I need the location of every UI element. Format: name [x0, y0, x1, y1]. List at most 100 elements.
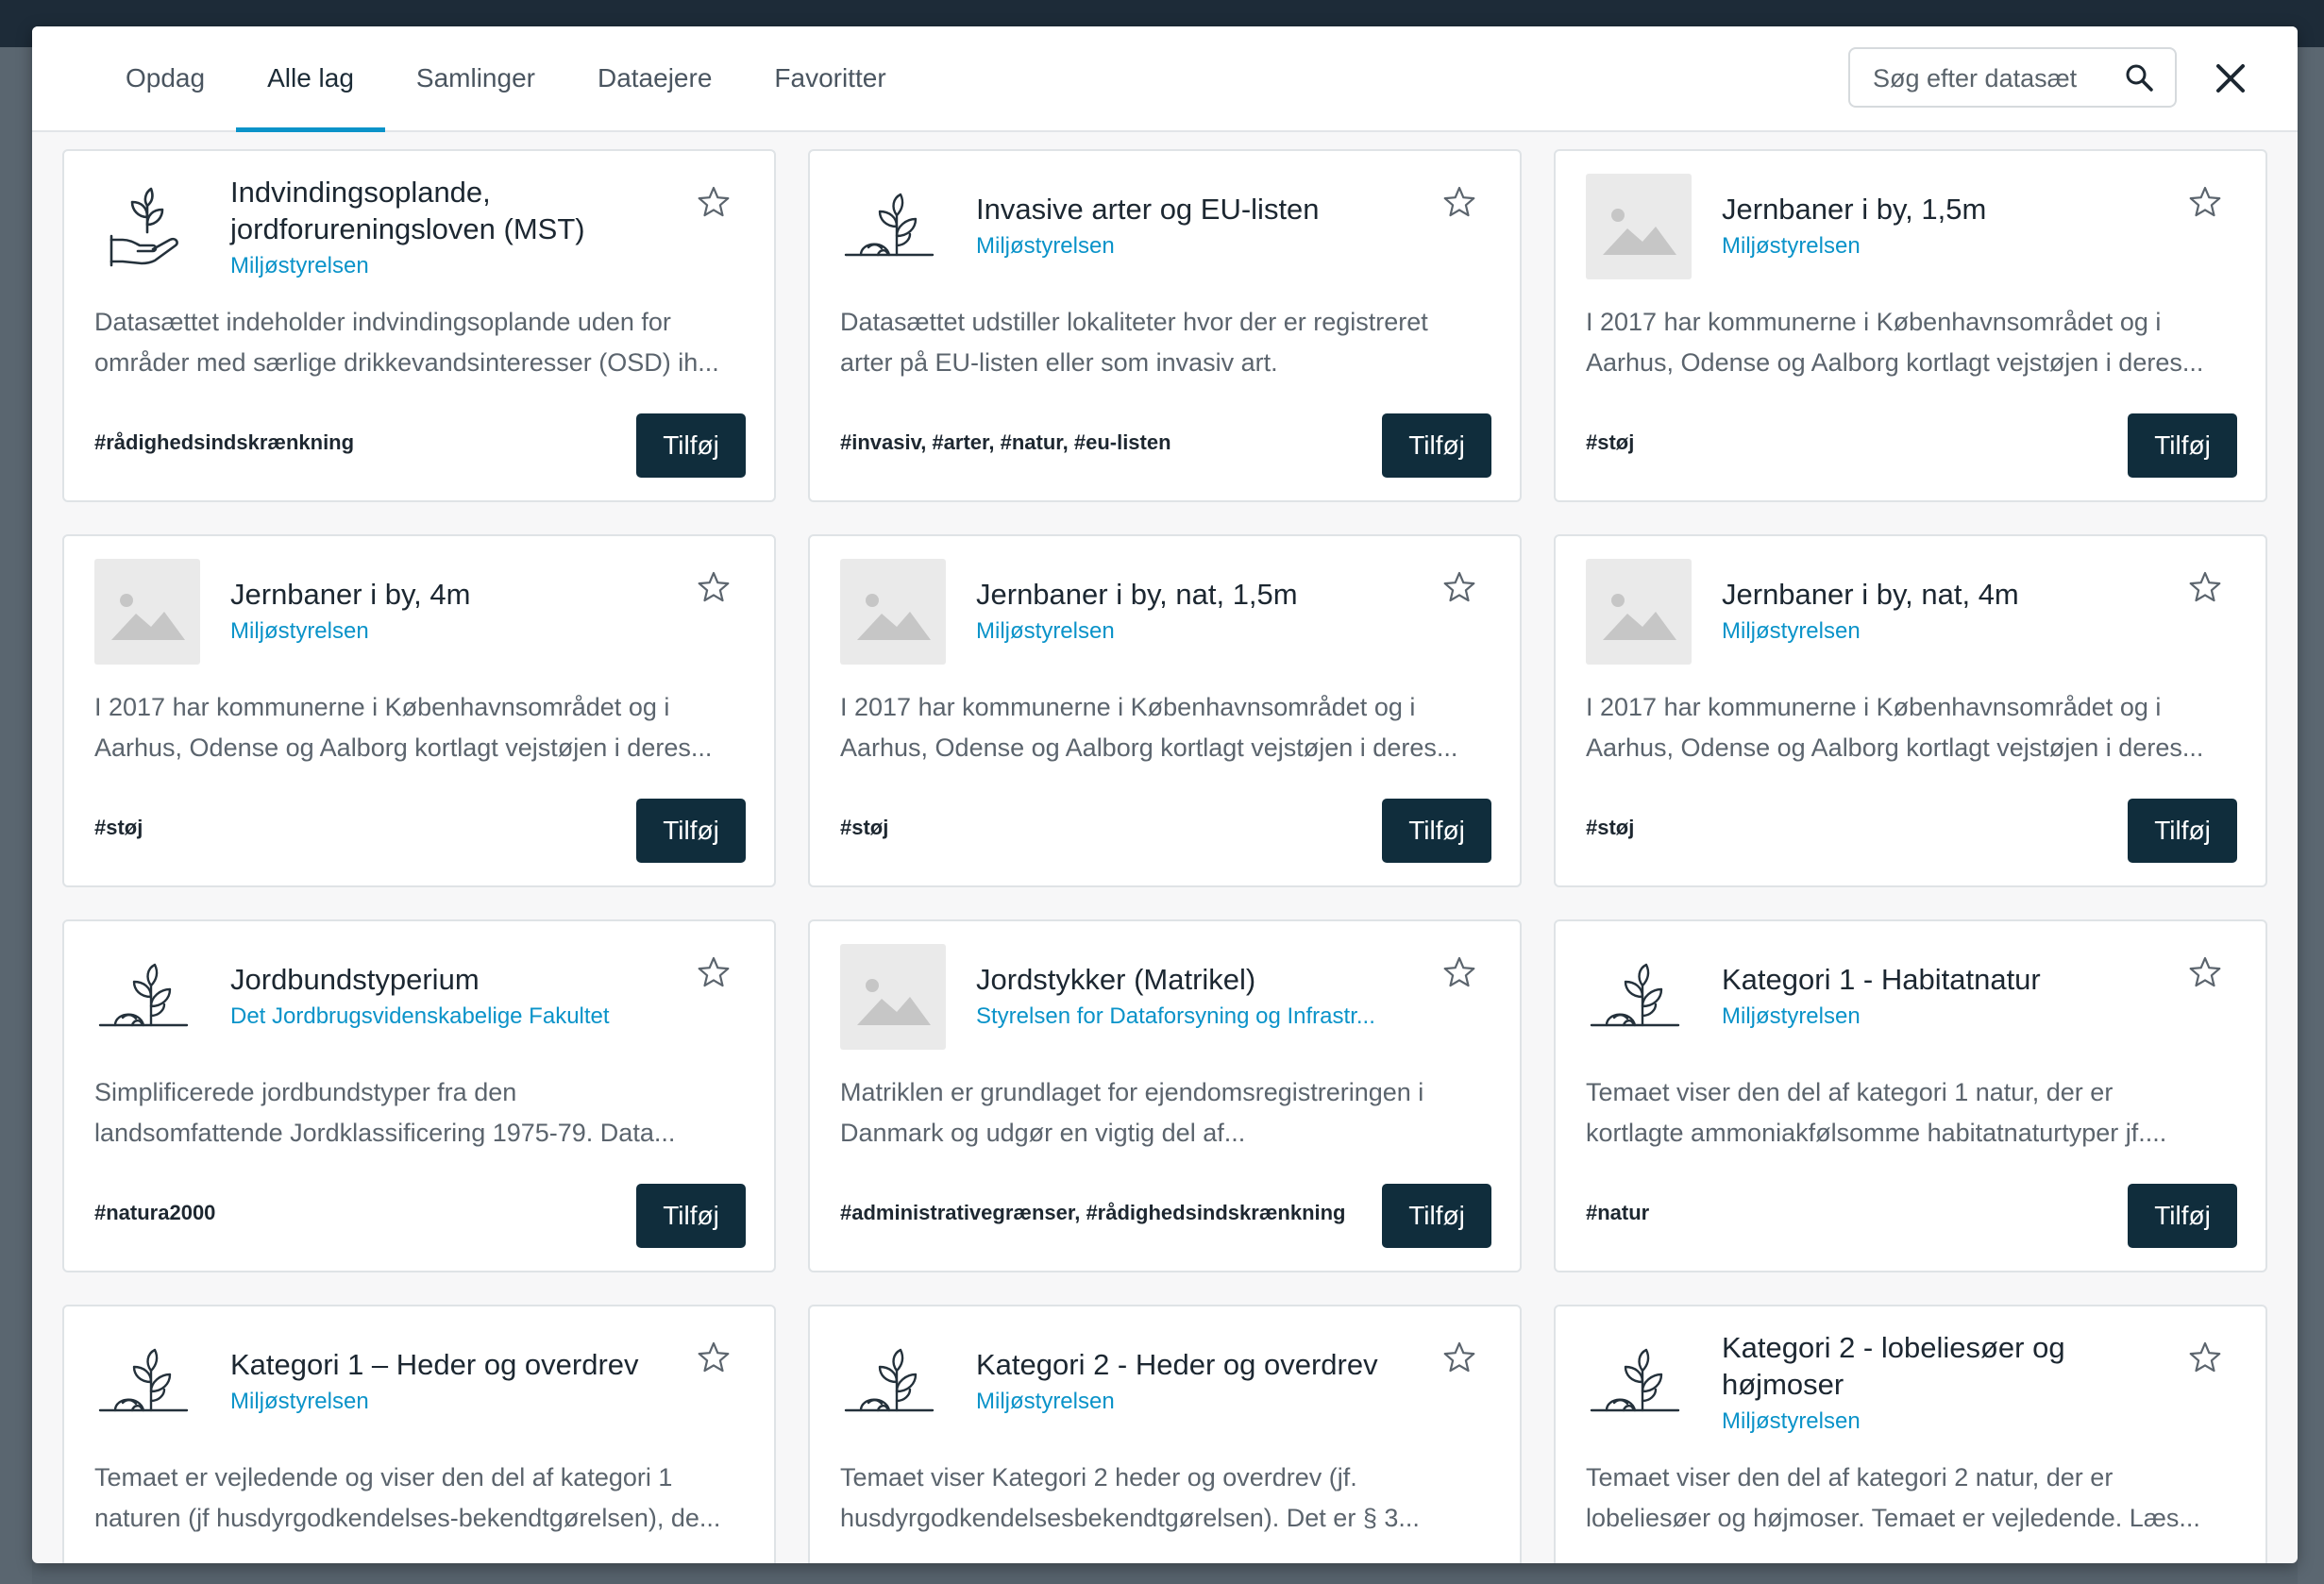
- dataset-card-3[interactable]: Jernbaner i by, 1,5m Miljøstyrelsen I 20…: [1554, 149, 2267, 502]
- dataset-tags: #støj: [840, 816, 889, 839]
- dataset-title: Jordbundstyperium: [230, 961, 693, 998]
- dataset-owner-link[interactable]: Miljøstyrelsen: [230, 249, 693, 279]
- favorite-star-icon[interactable]: [697, 185, 731, 219]
- dataset-card-12[interactable]: Kategori 2 - lobeliesøer og højmoser Milj…: [1554, 1305, 2267, 1563]
- favorite-star-icon[interactable]: [2188, 955, 2222, 989]
- dataset-tags: #rådighedsindskrænkning: [94, 430, 355, 454]
- dataset-catalog-dialog: Opdag Alle lag Samlinger Dataejere Favor…: [32, 26, 2298, 1563]
- dataset-owner-link[interactable]: Miljøstyrelsen: [1722, 1000, 2184, 1034]
- plant-sprout-icon: [840, 1329, 946, 1435]
- add-layer-button[interactable]: Tilføj: [2128, 1184, 2237, 1248]
- dataset-description: Matriklen er grundlaget for ejendomsregi…: [840, 1072, 1491, 1154]
- close-icon[interactable]: [2211, 59, 2250, 98]
- dataset-card-1[interactable]: Indvindingsoplande, jordforureningsloven …: [62, 149, 776, 502]
- dataset-description-line: I 2017 har kommunerne i Københavnsområde…: [1586, 308, 2162, 336]
- dataset-description-line: I 2017 har kommunerne i Københavnsområde…: [840, 693, 1416, 721]
- plant-sprout-icon: [94, 944, 200, 1050]
- tab-favoritter[interactable]: Favoritter: [743, 26, 917, 130]
- card-title-block: Indvindingsoplande, jordforureningsloven …: [230, 174, 693, 279]
- card-title-block: Kategori 2 - Heder og overdrev Miljøstyr…: [976, 1329, 1439, 1435]
- dataset-owner-link[interactable]: Miljøstyrelsen: [976, 229, 1439, 263]
- add-layer-button[interactable]: Tilføj: [2128, 799, 2237, 863]
- image-placeholder-icon: [840, 944, 946, 1050]
- favorite-star-icon[interactable]: [1442, 570, 1476, 604]
- dataset-title: Jernbaner i by, nat, 1,5m: [976, 576, 1439, 613]
- dataset-tags: #natur: [1586, 1201, 1650, 1224]
- add-layer-button[interactable]: Tilføj: [1382, 413, 1491, 478]
- favorite-star-icon[interactable]: [697, 1340, 731, 1374]
- favorite-star-icon[interactable]: [1442, 955, 1476, 989]
- dataset-owner-link[interactable]: Det Jordbrugsvidenskabelige Fakultet: [230, 1000, 693, 1034]
- dataset-description: I 2017 har kommunerne i Københavnsområde…: [840, 687, 1491, 768]
- dataset-description-line: arter på EU-listen eller som invasiv art…: [840, 348, 1278, 377]
- dataset-card-4[interactable]: Jernbaner i by, 4m Miljøstyrelsen I 2017…: [62, 534, 776, 887]
- dataset-title-line: jordforureningsloven (MST): [230, 212, 585, 245]
- dataset-owner-link[interactable]: Styrelsen for Dataforsyning og Infrastr.…: [976, 1000, 1439, 1034]
- dataset-description-line: Temaet er vejledende og viser den del af…: [94, 1463, 673, 1491]
- image-placeholder-icon: [840, 559, 946, 665]
- map-edge-right: [2298, 47, 2324, 1584]
- dataset-card-11[interactable]: Kategori 2 - Heder og overdrev Miljøstyr…: [808, 1305, 1522, 1563]
- dataset-description: Temaet viser den del af kategori 2 natur…: [1586, 1458, 2237, 1539]
- dataset-description-line: I 2017 har kommunerne i Københavnsområde…: [1586, 693, 2162, 721]
- dataset-owner-link[interactable]: Miljøstyrelsen: [1722, 229, 2184, 263]
- dataset-owner-link[interactable]: Miljøstyrelsen: [976, 1385, 1439, 1419]
- tab-alle-lag[interactable]: Alle lag: [236, 26, 385, 132]
- dataset-owner-link[interactable]: Miljøstyrelsen: [976, 615, 1439, 649]
- card-title-block: Jordbundstyperium Det Jordbrugsvidenskab…: [230, 944, 693, 1050]
- dataset-description-line: Simplificerede jordbundstyper fra den: [94, 1078, 517, 1106]
- dataset-tags: #støj: [1586, 816, 1635, 839]
- dataset-title: Kategori 1 - Habitatnatur: [1722, 961, 2184, 998]
- dataset-title-line: Kategori 2 - lobeliesøer og: [1722, 1331, 2065, 1364]
- dataset-description-line: Datasættet udstiller lokaliteter hvor de…: [840, 308, 1428, 336]
- dataset-title-line: Jordbundstyperium: [230, 962, 480, 996]
- dataset-title: Kategori 2 - Heder og overdrev: [976, 1346, 1439, 1383]
- add-layer-button[interactable]: Tilføj: [636, 1184, 746, 1248]
- add-layer-button[interactable]: Tilføj: [636, 413, 746, 478]
- dataset-card-5[interactable]: Jernbaner i by, nat, 1,5m Miljøstyrelsen…: [808, 534, 1522, 887]
- card-title-block: Kategori 1 – Heder og overdrev Miljøstyr…: [230, 1329, 693, 1435]
- add-layer-button[interactable]: Tilføj: [1382, 1184, 1491, 1248]
- add-layer-button[interactable]: Tilføj: [636, 799, 746, 863]
- tab-dataejere[interactable]: Dataejere: [566, 26, 743, 130]
- dataset-description: Temaet viser Kategori 2 heder og overdre…: [840, 1458, 1491, 1539]
- dataset-title: Kategori 1 – Heder og overdrev: [230, 1346, 693, 1383]
- plant-sprout-icon: [1586, 944, 1692, 1050]
- dataset-tags: #støj: [1586, 430, 1635, 454]
- dataset-description: Datasættet udstiller lokaliteter hvor de…: [840, 302, 1491, 383]
- dataset-owner-link[interactable]: Miljøstyrelsen: [1722, 1405, 2184, 1435]
- favorite-star-icon[interactable]: [1442, 1340, 1476, 1374]
- add-layer-button[interactable]: Tilføj: [1382, 799, 1491, 863]
- search-input[interactable]: [1871, 49, 2111, 108]
- dataset-card-2[interactable]: Invasive arter og EU-listen Miljøstyrels…: [808, 149, 1522, 502]
- dataset-description: I 2017 har kommunerne i Københavnsområde…: [1586, 687, 2237, 768]
- tab-samlinger[interactable]: Samlinger: [385, 26, 566, 130]
- favorite-star-icon[interactable]: [2188, 1340, 2222, 1374]
- favorite-star-icon[interactable]: [2188, 570, 2222, 604]
- dataset-card-7[interactable]: Jordbundstyperium Det Jordbrugsvidenskab…: [62, 919, 776, 1272]
- dataset-owner-link[interactable]: Miljøstyrelsen: [1722, 615, 2184, 649]
- plant-sprout-icon: [94, 1329, 200, 1435]
- search-icon[interactable]: [2124, 62, 2154, 93]
- plant-sprout-icon: [1586, 1329, 1692, 1435]
- dataset-card-9[interactable]: Kategori 1 - Habitatnatur Miljøstyrelsen…: [1554, 919, 2267, 1272]
- dataset-description-line: Matriklen er grundlaget for ejendomsregi…: [840, 1078, 1424, 1106]
- favorite-star-icon[interactable]: [697, 955, 731, 989]
- dataset-description-line: husdyrgodkendelsesbekendtgørelsen). Det …: [840, 1504, 1420, 1532]
- dataset-card-8[interactable]: Jordstykker (Matrikel) Styrelsen for Dat…: [808, 919, 1522, 1272]
- dataset-card-6[interactable]: Jernbaner i by, nat, 4m Miljøstyrelsen I…: [1554, 534, 2267, 887]
- dataset-owner-link[interactable]: Miljøstyrelsen: [230, 1385, 693, 1419]
- dataset-description-line: Aarhus, Odense og Aalborg kortlagt vejst…: [94, 733, 713, 762]
- dataset-owner-link[interactable]: Miljøstyrelsen: [230, 615, 693, 649]
- tab-opdag[interactable]: Opdag: [94, 26, 236, 130]
- dataset-description: Datasættet indeholder indvindingsoplande…: [94, 302, 746, 383]
- map-edge-left: [0, 47, 32, 1584]
- favorite-star-icon[interactable]: [1442, 185, 1476, 219]
- dataset-description-line: lobeliesøer og højmoser. Temaet er vejle…: [1586, 1504, 2200, 1532]
- dataset-card-10[interactable]: Kategori 1 – Heder og overdrev Miljøstyr…: [62, 1305, 776, 1563]
- card-title-block: Jernbaner i by, 1,5m Miljøstyrelsen: [1722, 174, 2184, 279]
- dataset-title-line: Jernbaner i by, 4m: [230, 577, 471, 611]
- favorite-star-icon[interactable]: [2188, 185, 2222, 219]
- favorite-star-icon[interactable]: [697, 570, 731, 604]
- add-layer-button[interactable]: Tilføj: [2128, 413, 2237, 478]
